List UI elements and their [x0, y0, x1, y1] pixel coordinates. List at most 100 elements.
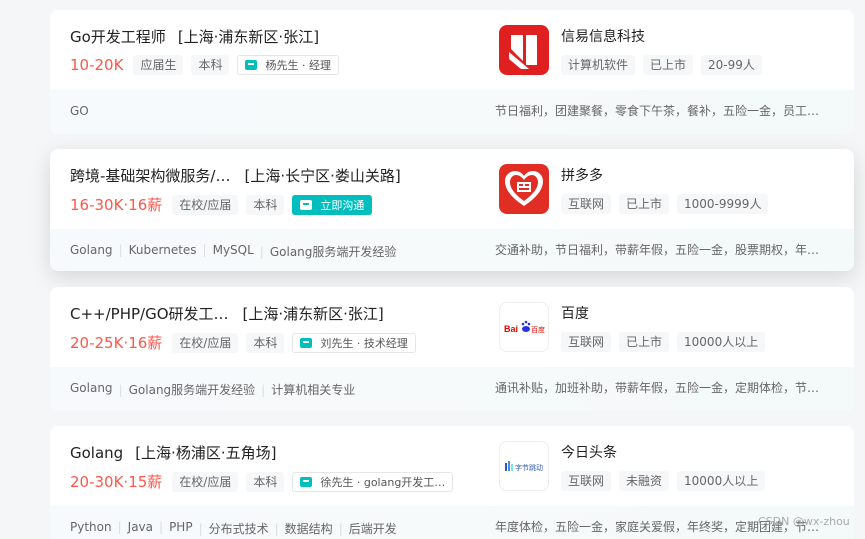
job-info: 20-25K·16薪 在校/应届 本科 刘先生 · 技术经理	[70, 332, 416, 353]
job-name[interactable]: Go开发工程师	[70, 28, 166, 46]
job-info: 10-20K 应届生 本科 杨先生 · 经理	[70, 55, 339, 75]
xinyi-logo-icon	[509, 35, 537, 69]
boss-info[interactable]: 刘先生 · 技术经理	[292, 332, 416, 353]
job-info: 16-30K·16薪 在校/应届 本科 立即沟通	[70, 194, 373, 215]
job-name[interactable]: 跨境-基础架构微服务/…	[70, 167, 230, 185]
job-info: 20-30K·15薪 在校/应届 本科 徐先生 · golang开发工…	[70, 471, 454, 492]
job-card[interactable]: Golang [上海·杨浦区·五角场] 20-30K·15薪 在校/应届 本科 徐…	[50, 426, 854, 539]
skill-tag: Golang	[70, 381, 113, 395]
skill-tags: Golang Golang服务端开发经验 计算机相关专业	[70, 381, 355, 398]
tag-experience: 在校/应届	[172, 332, 239, 353]
job-area: [上海·长宁区·娄山关路]	[244, 167, 401, 185]
job-title[interactable]: 跨境-基础架构微服务/… [上海·长宁区·娄山关路]	[70, 165, 401, 186]
company-size: 10000人以上	[677, 471, 766, 491]
boss-info[interactable]: 杨先生 · 经理	[237, 55, 339, 75]
company-industry: 计算机软件	[561, 55, 636, 75]
company-name[interactable]: 百度	[561, 303, 589, 323]
skill-tags: GO	[70, 104, 89, 118]
job-card[interactable]: Go开发工程师 [上海·浦东新区·张江] 10-20K 应届生 本科 杨先生 · …	[50, 10, 854, 134]
job-title[interactable]: C++/PHP/GO研发工… [上海·浦东新区·张江]	[70, 303, 384, 324]
job-footer: Golang Kubernetes MySQL Golang服务端开发经验 交通…	[50, 229, 854, 271]
svg-text:Bai: Bai	[504, 324, 518, 334]
job-footer: GO 节日福利，团建聚餐，零食下午茶，餐补，五险一金，员工…	[50, 90, 854, 134]
company-name[interactable]: 今日头条	[561, 442, 617, 462]
boss-info[interactable]: 徐先生 · golang开发工…	[292, 471, 454, 492]
company-name[interactable]: 信易信息科技	[561, 26, 645, 46]
welfare-text: 通讯补贴，加班补助，带薪年假，五险一金，定期体检，节…	[495, 381, 820, 395]
company-tags: 互联网 已上市 1000-9999人	[561, 194, 776, 214]
chat-bubble-icon	[300, 337, 313, 348]
company-stage: 未融资	[619, 471, 670, 491]
chat-bubble-icon	[300, 476, 313, 487]
tag-experience: 在校/应届	[172, 471, 239, 492]
company-logo[interactable]	[499, 25, 549, 75]
chat-bubble-icon	[300, 199, 313, 210]
welfare-text: 交通补助，节日福利，带薪年假，五险一金，股票期权，年…	[495, 243, 820, 257]
skill-tag: Python	[70, 520, 112, 534]
tag-degree: 本科	[246, 332, 285, 353]
company-logo[interactable]	[499, 164, 549, 214]
salary: 20-30K·15薪	[70, 473, 163, 491]
baidu-logo-icon: Bai 百度	[504, 320, 545, 334]
company-industry: 互联网	[561, 471, 612, 491]
chat-now-button[interactable]: 立即沟通	[292, 194, 373, 215]
skill-tag: Kubernetes	[113, 243, 197, 260]
company-stage: 已上市	[643, 55, 694, 75]
job-footer: Golang Golang服务端开发经验 计算机相关专业 通讯补贴，加班补助，带…	[50, 367, 854, 411]
skill-tag: 分布式技术	[193, 520, 269, 537]
salary: 20-25K·16薪	[70, 334, 163, 352]
company-stage: 已上市	[619, 332, 670, 352]
salary: 10-20K	[70, 56, 124, 74]
job-area: [上海·杨浦区·五角场]	[135, 444, 277, 462]
company-tags: 互联网 已上市 10000人以上	[561, 332, 773, 352]
company-name[interactable]: 拼多多	[561, 165, 603, 185]
boss-name: 杨先生 · 经理	[265, 59, 331, 72]
salary: 16-30K·16薪	[70, 196, 163, 214]
pinduoduo-logo-icon	[505, 171, 543, 206]
skill-tags: Python Java PHP 分布式技术 数据结构 后端开发	[70, 520, 397, 537]
company-tags: 互联网 未融资 10000人以上	[561, 471, 773, 491]
skill-tag: PHP	[153, 520, 193, 537]
company-logo[interactable]: Bai 百度	[499, 302, 549, 352]
company-size: 1000-9999人	[677, 194, 769, 214]
chat-bubble-icon	[245, 60, 258, 70]
company-industry: 互联网	[561, 194, 612, 214]
tag-degree: 本科	[246, 194, 285, 215]
skill-tag: 后端开发	[333, 520, 397, 537]
skill-tag: MySQL	[197, 243, 254, 260]
welfare-text: 节日福利，团建聚餐，零食下午茶，餐补，五险一金，员工…	[495, 104, 820, 118]
watermark: CSDN @wx-zhou	[758, 515, 850, 528]
job-footer: Python Java PHP 分布式技术 数据结构 后端开发 年度体检，五险一…	[50, 506, 854, 539]
company-tags: 计算机软件 已上市 20-99人	[561, 55, 770, 75]
job-title[interactable]: Golang [上海·杨浦区·五角场]	[70, 442, 276, 463]
company-industry: 互联网	[561, 332, 612, 352]
job-title[interactable]: Go开发工程师 [上海·浦东新区·张江]	[70, 26, 319, 47]
company-stage: 已上市	[619, 194, 670, 214]
skill-tag: GO	[70, 104, 89, 118]
job-card[interactable]: 跨境-基础架构微服务/… [上海·长宁区·娄山关路] 16-30K·16薪 在校/…	[50, 149, 854, 271]
skill-tag: Java	[112, 520, 153, 537]
tag-degree: 本科	[246, 471, 285, 492]
boss-name: 刘先生 · 技术经理	[320, 336, 408, 350]
skill-tags: Golang Kubernetes MySQL Golang服务端开发经验	[70, 243, 396, 260]
job-name[interactable]: Golang	[70, 444, 123, 462]
bytedance-logo-icon: 字节跳动	[505, 461, 543, 472]
skill-tag: Golang服务端开发经验	[254, 243, 397, 260]
tag-degree: 本科	[191, 55, 230, 75]
skill-tag: 数据结构	[269, 520, 333, 537]
tag-experience: 应届生	[133, 55, 184, 75]
company-size: 10000人以上	[677, 332, 766, 352]
chat-now-label: 立即沟通	[320, 198, 365, 212]
job-name[interactable]: C++/PHP/GO研发工…	[70, 305, 229, 323]
skill-tag: Golang服务端开发经验	[113, 381, 256, 398]
job-card[interactable]: C++/PHP/GO研发工… [上海·浦东新区·张江] 20-25K·16薪 在校…	[50, 287, 854, 411]
job-area: [上海·浦东新区·张江]	[242, 305, 384, 323]
tag-experience: 在校/应届	[172, 194, 239, 215]
company-size: 20-99人	[701, 55, 762, 75]
boss-name: 徐先生 · golang开发工…	[320, 475, 446, 489]
skill-tag: Golang	[70, 243, 113, 257]
company-logo[interactable]: 字节跳动	[499, 441, 549, 491]
job-area: [上海·浦东新区·张江]	[177, 28, 320, 46]
svg-text:字节跳动: 字节跳动	[515, 463, 543, 472]
skill-tag: 计算机相关专业	[255, 381, 355, 398]
